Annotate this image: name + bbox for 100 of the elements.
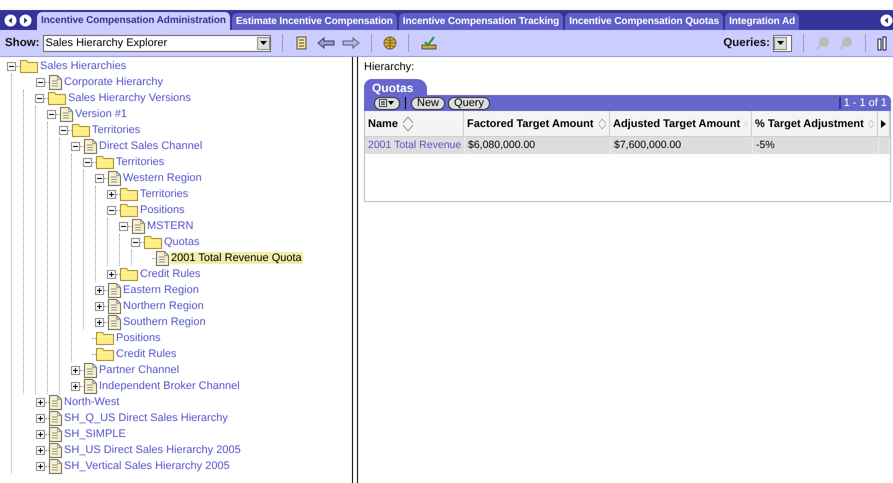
document-icon [60, 106, 73, 122]
show-label: Show: [5, 37, 40, 49]
column-header[interactable]: Adjusted Target Amount [610, 111, 752, 137]
folder-icon [96, 331, 114, 345]
expand-icon[interactable] [71, 366, 80, 374]
forward-icon[interactable] [342, 37, 360, 49]
tree-item[interactable]: Positions [139, 204, 186, 216]
folder-icon [20, 59, 38, 73]
dropdown-icon [777, 41, 784, 45]
collapse-icon[interactable] [35, 94, 44, 102]
tree-item[interactable]: Sales Hierarchies [39, 60, 128, 72]
folder-icon [72, 123, 90, 137]
tree-item[interactable]: Partner Channel [98, 364, 180, 376]
tree-item[interactable]: Direct Sales Channel [98, 140, 204, 152]
tree-item[interactable]: Credit Rules [115, 348, 178, 360]
dropdown-icon [260, 41, 266, 45]
column-header[interactable]: Name [365, 111, 464, 137]
applet-tab[interactable]: Quotas [364, 79, 428, 95]
tree-item[interactable]: Territories [139, 188, 190, 200]
sort-icon[interactable] [402, 116, 414, 132]
view-dropdown[interactable]: Sales Hierarchy Explorer [42, 34, 270, 52]
collapse-icon[interactable] [47, 110, 56, 118]
folder-icon [120, 267, 138, 281]
tab[interactable]: Incentive Compensation Quotas [565, 13, 724, 30]
collapse-icon[interactable] [71, 142, 80, 150]
folder-icon [144, 235, 162, 249]
column-header[interactable]: % Target Adjustment [752, 111, 878, 137]
tab[interactable]: Integration Ad [725, 13, 800, 30]
document-icon [132, 218, 145, 234]
tree-item[interactable]: North-West [63, 396, 120, 408]
tree-item[interactable]: Sales Hierarchy Versions [67, 92, 192, 104]
tree-item[interactable]: SH_SIMPLE [63, 428, 127, 440]
tree-item[interactable]: Northern Region [122, 300, 205, 312]
scroll-icon[interactable] [294, 35, 310, 51]
folder-icon [120, 203, 138, 217]
table-cell: $6,080,000.00 [465, 137, 611, 154]
tree-item[interactable]: 2001 Total Revenue Quota [170, 252, 303, 264]
record-count: 1 - 1 of 1 [838, 97, 887, 109]
toolbar-button[interactable]: New [411, 96, 446, 110]
folder-icon [96, 347, 114, 361]
name-link[interactable]: 2001 Total Revenue [365, 137, 465, 154]
next-icon[interactable] [19, 14, 32, 26]
expand-icon[interactable] [36, 462, 45, 470]
tree-item[interactable]: SH_Q_US Direct Sales Hierarchy [63, 412, 229, 424]
tree-item[interactable]: SH_Vertical Sales Hierarchy 2005 [63, 460, 231, 472]
collapse-icon[interactable] [7, 62, 16, 70]
menu-button[interactable] [374, 96, 400, 110]
expand-icon[interactable] [107, 270, 116, 278]
expand-icon[interactable] [95, 302, 104, 310]
expand-icon[interactable] [36, 430, 45, 438]
document-icon [49, 426, 62, 442]
expand-icon[interactable] [71, 382, 80, 390]
hierarchy-label: Hierarchy: [364, 61, 416, 75]
tree-item[interactable]: Corporate Hierarchy [63, 76, 164, 88]
document-icon [49, 442, 62, 458]
expand-icon[interactable] [95, 286, 104, 294]
expand-icon[interactable] [36, 414, 45, 422]
collapse-icon[interactable] [59, 126, 68, 134]
table-cell: $7,600,000.00 [611, 137, 753, 154]
globe-icon[interactable] [382, 36, 396, 50]
collapse-icon[interactable] [107, 206, 116, 214]
previous-icon[interactable] [880, 14, 893, 26]
tree-item[interactable]: MSTERN [146, 220, 194, 232]
tree-item[interactable]: Positions [115, 332, 162, 344]
tree-item[interactable]: Credit Rules [139, 268, 202, 280]
collapse-icon[interactable] [119, 222, 128, 230]
collapse-icon[interactable] [36, 78, 45, 86]
tree-item[interactable]: Independent Broker Channel [98, 380, 241, 392]
expand-icon[interactable] [95, 318, 104, 326]
tree-item[interactable]: Territories [91, 124, 142, 136]
back-icon[interactable] [316, 37, 334, 49]
queries-label: Queries: [723, 37, 770, 49]
expand-icon[interactable] [36, 446, 45, 454]
previous-icon[interactable] [4, 14, 17, 26]
tree-item[interactable]: Western Region [122, 172, 203, 184]
tab[interactable]: Incentive Compensation Tracking [398, 13, 564, 30]
collapse-icon[interactable] [131, 238, 140, 246]
tab[interactable]: Estimate Incentive Compensation [232, 13, 397, 30]
toolbar-button[interactable]: Query [448, 96, 490, 110]
scroll-right-icon[interactable] [881, 120, 886, 128]
tree-item[interactable]: Territories [115, 156, 166, 168]
column-header[interactable]: Factored Target Amount [464, 111, 610, 137]
document-icon [84, 378, 97, 394]
tree-item[interactable]: Eastern Region [122, 284, 200, 296]
queries-dropdown[interactable] [773, 34, 792, 52]
document-icon [84, 138, 97, 154]
checkmark-icon[interactable] [420, 36, 438, 50]
collapse-icon[interactable] [95, 174, 104, 182]
folder-icon [96, 155, 114, 169]
tree-item[interactable]: Southern Region [122, 316, 207, 328]
document-icon [84, 362, 97, 378]
expand-icon[interactable] [107, 190, 116, 198]
collapse-icon[interactable] [83, 158, 92, 166]
sort-icon[interactable] [598, 116, 606, 132]
tree-item[interactable]: Version #1 [74, 108, 128, 120]
tree-item[interactable]: SH_US Direct Sales Hierarchy 2005 [63, 444, 242, 456]
tree-item[interactable]: Quotas [163, 236, 200, 248]
tab[interactable]: Incentive Compensation Administration [37, 12, 230, 30]
expand-icon[interactable] [36, 398, 45, 406]
bar-chart-icon[interactable] [877, 35, 889, 51]
